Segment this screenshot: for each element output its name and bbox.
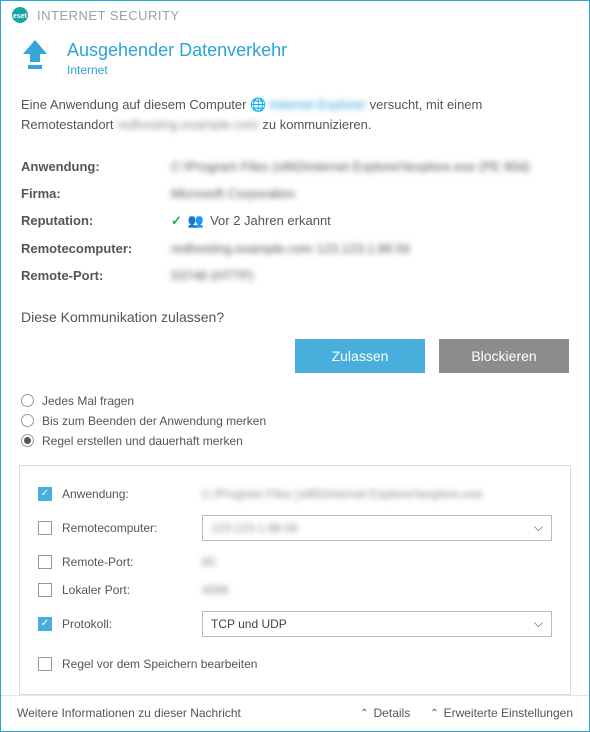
- chevron-down-icon: ⌵: [534, 520, 543, 535]
- row-anwendung: Anwendung: C:\Program Files (x86)\Intern…: [21, 153, 569, 180]
- row-remoteport: Remote-Port: 53748 (HTTP): [21, 262, 569, 289]
- value-firma: Microsoft Corporation: [171, 186, 295, 201]
- svg-text:eset: eset: [13, 13, 28, 20]
- protokoll-combobox[interactable]: TCP und UDP ⌵: [202, 611, 552, 637]
- rule-remoteport-row: Remote-Port: 80: [38, 548, 552, 576]
- checkbox-remotecomputer[interactable]: [38, 521, 52, 535]
- rule-edit-row: Regel vor dem Speichern bearbeiten: [38, 650, 552, 678]
- checkbox-protokoll[interactable]: [38, 617, 52, 631]
- intro-part1: Eine Anwendung auf diesem Computer: [21, 97, 246, 112]
- intro-host-name: redhosting.example.com: [117, 117, 259, 132]
- advanced-label: Erweiterte Einstellungen: [444, 706, 573, 720]
- rule-settings-panel: Anwendung: C:\Program Files (x86)\Intern…: [19, 465, 571, 695]
- bottom-bar: Weitere Informationen zu dieser Nachrich…: [1, 695, 589, 731]
- details-toggle[interactable]: ⌃ Details: [360, 706, 410, 720]
- dialog-header: Ausgehender Datenverkehr Internet: [21, 30, 569, 95]
- label-reputation: Reputation:: [21, 213, 171, 229]
- value-remoteport: 53748 (HTTP): [171, 268, 253, 283]
- dialog-subtitle: Internet: [67, 63, 287, 77]
- rule-remoteport-value: 80: [202, 555, 552, 569]
- intro-app-name: Internet Explorer: [270, 97, 366, 112]
- rule-edit-label: Regel vor dem Speichern bearbeiten: [62, 657, 257, 671]
- rule-lokalerport-row: Lokaler Port: 4096: [38, 576, 552, 604]
- allow-button[interactable]: Zulassen: [295, 339, 425, 373]
- block-button[interactable]: Blockieren: [439, 339, 569, 373]
- rule-protokoll-row: Protokoll: TCP und UDP ⌵: [38, 604, 552, 644]
- check-icon: ✓: [171, 213, 182, 229]
- intro-text: Eine Anwendung auf diesem Computer 🌐 Int…: [21, 95, 569, 135]
- checkbox-edit-before-save[interactable]: [38, 657, 52, 671]
- checkbox-remoteport[interactable]: [38, 555, 52, 569]
- rule-lokalerport-label: Lokaler Port:: [62, 583, 192, 597]
- rule-remotecomputer-row: Remotecomputer: 123.123.1.88.56 ⌵: [38, 508, 552, 548]
- rule-anwendung-row: Anwendung: C:\Program Files (x86)\Intern…: [38, 480, 552, 508]
- radio-icon: [21, 414, 34, 427]
- titlebar: eset INTERNET SECURITY: [1, 1, 589, 30]
- intro-part3: zu kommunizieren.: [262, 117, 371, 132]
- label-anwendung: Anwendung:: [21, 159, 171, 174]
- radio-icon: [21, 394, 34, 407]
- radio-create-rule[interactable]: Regel erstellen und dauerhaft merken: [21, 431, 569, 451]
- radio-icon: [21, 434, 34, 447]
- radio-ask-every-time[interactable]: Jedes Mal fragen: [21, 391, 569, 411]
- label-remoteport: Remote-Port:: [21, 268, 171, 283]
- radio-label: Regel erstellen und dauerhaft merken: [42, 434, 243, 448]
- eset-logo: eset: [11, 6, 29, 24]
- rule-protokoll-label: Protokoll:: [62, 617, 192, 631]
- question-text: Diese Kommunikation zulassen?: [21, 309, 569, 325]
- radio-label: Bis zum Beenden der Anwendung merken: [42, 414, 266, 428]
- checkbox-anwendung[interactable]: [38, 487, 52, 501]
- reputation-text: Vor 2 Jahren erkannt: [210, 213, 331, 228]
- row-firma: Firma: Microsoft Corporation: [21, 180, 569, 207]
- outbound-arrow-icon: [21, 40, 49, 70]
- product-name: INTERNET SECURITY: [37, 8, 180, 23]
- rule-lokalerport-value: 4096: [202, 583, 552, 597]
- chevron-up-icon: ⌃: [360, 708, 368, 719]
- community-icon: 👥: [188, 213, 204, 229]
- rule-anwendung-label: Anwendung:: [62, 487, 192, 501]
- label-firma: Firma:: [21, 186, 171, 201]
- combo-value: TCP und UDP: [211, 617, 287, 631]
- row-remotecomputer: Remotecomputer: redhosting.example.com 1…: [21, 235, 569, 262]
- remotecomputer-combobox[interactable]: 123.123.1.88.56 ⌵: [202, 515, 552, 541]
- chevron-down-icon: ⌵: [534, 616, 543, 631]
- radio-until-exit[interactable]: Bis zum Beenden der Anwendung merken: [21, 411, 569, 431]
- value-remotecomputer: redhosting.example.com 123.123.1.88.56: [171, 241, 410, 256]
- rule-remotecomputer-label: Remotecomputer:: [62, 521, 192, 535]
- chevron-up-icon: ⌃: [430, 708, 438, 719]
- action-buttons: Zulassen Blockieren: [21, 339, 569, 373]
- globe-icon: 🌐: [250, 97, 266, 112]
- more-info-link[interactable]: Weitere Informationen zu dieser Nachrich…: [17, 706, 241, 720]
- details-label: Details: [374, 706, 411, 720]
- remember-options: Jedes Mal fragen Bis zum Beenden der Anw…: [21, 391, 569, 451]
- rule-remoteport-label: Remote-Port:: [62, 555, 192, 569]
- value-reputation: ✓ 👥 Vor 2 Jahren erkannt: [171, 213, 331, 229]
- label-remotecomputer: Remotecomputer:: [21, 241, 171, 256]
- value-anwendung: C:\Program Files (x86)\Internet Explorer…: [171, 159, 530, 174]
- row-reputation: Reputation: ✓ 👥 Vor 2 Jahren erkannt: [21, 207, 569, 235]
- advanced-settings-toggle[interactable]: ⌃ Erweiterte Einstellungen: [430, 706, 573, 720]
- radio-label: Jedes Mal fragen: [42, 394, 134, 408]
- rule-anwendung-value: C:\Program Files (x86)\Internet Explorer…: [202, 487, 552, 501]
- checkbox-lokalerport[interactable]: [38, 583, 52, 597]
- dialog-title: Ausgehender Datenverkehr: [67, 40, 287, 61]
- combo-value: 123.123.1.88.56: [211, 521, 298, 535]
